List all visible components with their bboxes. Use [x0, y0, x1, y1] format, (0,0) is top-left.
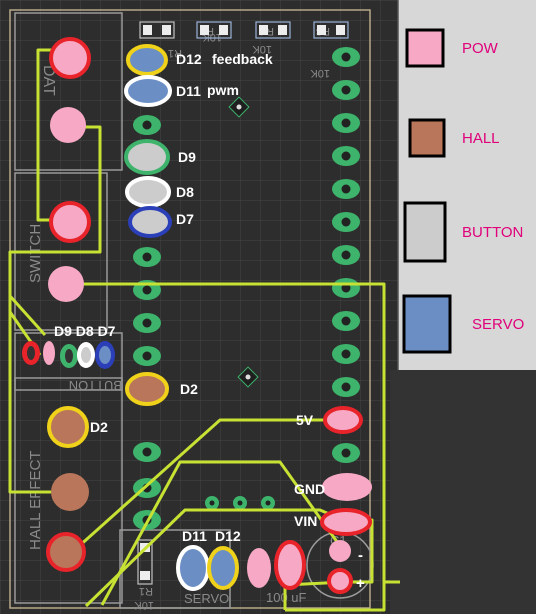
label-feedback: feedback: [212, 51, 273, 67]
cap-pad-minus: [329, 540, 351, 562]
d8-pad: [125, 176, 171, 208]
legend-swatch-servo: [402, 294, 452, 354]
legend-label-button: BUTTON: [462, 224, 523, 241]
label-d11-bottom: D11: [182, 528, 207, 544]
mid-pin-3-hole: [265, 500, 271, 506]
right-pin-11-hole: [341, 382, 351, 392]
silk-r-value-3: 10K: [310, 67, 330, 79]
resistor-r3-pad-b: [336, 25, 345, 35]
label-d12: D12: [176, 51, 202, 67]
silk-r1-bottom: R1: [139, 585, 153, 597]
hall-pad-bottom: [46, 532, 86, 572]
label-plus: +: [356, 575, 365, 592]
label-d11: D11: [176, 83, 201, 99]
d12-pad: [126, 44, 168, 76]
d2-pad: [125, 372, 169, 406]
legend-label-servo: SERVO: [472, 316, 524, 333]
button-pad-red-hole: [27, 346, 35, 360]
left-pin-4-hole: [142, 318, 152, 328]
d9-pad: [124, 139, 170, 175]
resistor-r3-pad-a: [317, 25, 326, 35]
middle-pins: [205, 496, 275, 510]
left-pin-5-hole: [142, 351, 152, 361]
right-pin-5-hole: [341, 184, 351, 194]
legend-swatch-pow: [405, 28, 445, 68]
right-pin-9-hole: [341, 316, 351, 326]
label-5v: 5V: [296, 412, 314, 428]
pcb-board-canvas: DAT SWITCH BUTTON HALL EFFECT SERVO 100 …: [0, 0, 536, 614]
right-pin-7-hole: [341, 250, 351, 260]
5v-pad: [323, 406, 363, 434]
dat-pad-2: [50, 107, 86, 143]
silk-r-value-4: 10K: [134, 599, 154, 611]
resistor-r1-bottom-pad-b: [140, 571, 150, 580]
label-vin: VIN: [294, 513, 317, 529]
label-gnd: GND: [294, 481, 325, 497]
right-pin-13-hole: [341, 448, 351, 458]
right-pin-4-hole: [341, 151, 351, 161]
silk-hall-effect: HALL EFFECT: [27, 451, 44, 550]
resistor-r1-pad-a: [143, 25, 152, 35]
label-minus: -: [358, 547, 363, 564]
servo-pad-pow-red: [274, 540, 306, 590]
mid-pin-1-hole: [209, 500, 215, 506]
silk-button: BUTTON: [69, 378, 122, 393]
resistor-r2-pad-a: [200, 25, 209, 35]
pcb-layout-diagram: DAT SWITCH BUTTON HALL EFFECT SERVO 100 …: [0, 0, 536, 614]
vin-pad: [320, 508, 372, 536]
label-d2-left: D2: [90, 419, 108, 435]
via-dot-top: [236, 104, 242, 110]
label-d9: D9: [178, 149, 196, 165]
left-pin-1-hole: [142, 120, 152, 130]
servo-pad-d12: [207, 546, 239, 590]
mid-pin-2-hole: [237, 500, 243, 506]
hall-pad-d2: [47, 406, 89, 448]
resistor-r4-pad-b: [278, 25, 287, 35]
label-d12-bottom: D12: [215, 528, 241, 544]
label-d7: D7: [176, 211, 194, 227]
resistor-r2-pad-b: [219, 25, 228, 35]
resistor-r1-pad-b: [162, 25, 171, 35]
right-pin-3-hole: [341, 118, 351, 128]
label-pwm: pwm: [207, 82, 239, 98]
button-pad-blue-inner: [99, 346, 111, 364]
left-pin-2-hole: [142, 252, 152, 262]
d7-pad: [128, 206, 172, 238]
label-d9-d8-d7: D9 D8 D7: [54, 323, 116, 339]
label-d2: D2: [180, 381, 198, 397]
legend-swatch-hall: [408, 118, 446, 158]
via-dot-mid: [245, 374, 251, 380]
button-pad-green-hole: [65, 349, 73, 363]
button-pad-pink: [43, 341, 55, 365]
servo-pad-pow: [247, 548, 271, 588]
button-pad-white-inner: [81, 347, 91, 363]
dark-panel: [390, 370, 536, 614]
left-pin-3-hole: [142, 285, 152, 295]
d11-pad: [124, 75, 172, 107]
resistor-r4-pad-a: [259, 25, 268, 35]
hall-pad-mid: [51, 473, 89, 511]
right-pin-1-hole: [341, 52, 351, 62]
cap-pad-plus: [327, 568, 353, 594]
label-d8: D8: [176, 184, 194, 200]
switch-pad-1: [49, 201, 91, 243]
right-pin-6-hole: [341, 217, 351, 227]
legend-label-hall: HALL: [462, 130, 500, 147]
right-pin-10-hole: [341, 349, 351, 359]
left-pin-6-hole: [142, 447, 152, 457]
right-pin-2-hole: [341, 85, 351, 95]
silk-servo: SERVO: [184, 591, 229, 606]
legend-label-pow: POW: [462, 40, 499, 57]
gnd-pad: [322, 473, 372, 501]
legend-swatch-button: [403, 201, 447, 263]
servo-pad-d11: [176, 545, 210, 591]
switch-pad-2: [48, 266, 84, 302]
dat-pad-1: [49, 37, 91, 79]
